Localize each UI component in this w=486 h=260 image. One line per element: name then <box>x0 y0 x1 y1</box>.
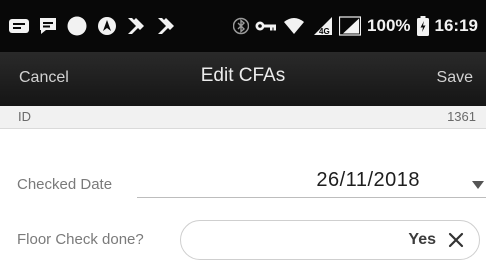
wifi-icon <box>283 17 305 35</box>
status-bar: 4G 100% 16:19 <box>0 0 486 52</box>
arrow-icon <box>156 15 178 37</box>
message-icon <box>8 17 30 35</box>
navigation-icon <box>96 15 118 37</box>
signal-icon <box>339 16 362 36</box>
circle-icon <box>66 15 88 37</box>
id-value: 1361 <box>447 109 476 124</box>
id-row: ID 1361 <box>0 106 486 129</box>
bluetooth-icon <box>233 16 250 36</box>
checked-date-picker[interactable]: 26/11/2018 <box>137 164 486 198</box>
svg-text:4G: 4G <box>319 27 330 36</box>
checked-date-label: Checked Date <box>17 176 113 193</box>
action-bar: Cancel Edit CFAs Save <box>0 52 486 106</box>
floor-check-value: Yes <box>408 231 436 248</box>
floor-check-selector[interactable]: Yes <box>180 220 480 260</box>
battery-percentage: 100% <box>367 16 411 35</box>
battery-icon <box>416 16 429 36</box>
key-icon <box>255 19 277 33</box>
arrow-icon <box>126 15 148 37</box>
floor-check-label: Floor Check done? <box>17 231 144 248</box>
checked-date-value: 26/11/2018 <box>316 169 420 191</box>
clock: 16:19 <box>434 16 478 35</box>
notification-icons <box>8 13 178 39</box>
chat-icon <box>38 16 58 36</box>
page-title: Edit CFAs <box>200 65 286 86</box>
id-label: ID <box>18 109 31 124</box>
save-button[interactable]: Save <box>437 69 473 87</box>
signal-icon: 4G <box>311 16 333 36</box>
dropdown-arrow-icon <box>472 176 484 194</box>
close-icon[interactable] <box>448 232 464 253</box>
system-icons: 4G 100% 16:19 <box>233 13 478 39</box>
